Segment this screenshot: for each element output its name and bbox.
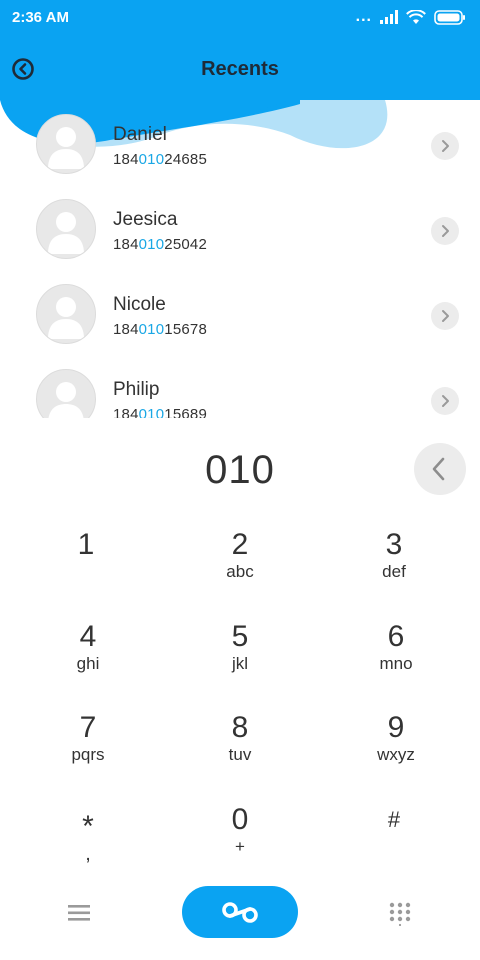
backspace-button[interactable] (414, 443, 466, 495)
contact-row[interactable]: Jeesica 18401025042 (0, 185, 480, 270)
dial-keypad: 1 2 abc 3 def 4 ghi 5 jkl 6 mno 7 pqrs 8… (0, 520, 480, 872)
key-star[interactable]: * , (18, 810, 158, 890)
contact-number: 18401024685 (113, 151, 207, 168)
recents-list: Daniel 18401024685 Jeesica 18401025042 N… (0, 100, 480, 418)
contact-row[interactable]: Daniel 18401024685 (0, 100, 480, 185)
key-hash[interactable]: # (324, 803, 464, 883)
contact-number: 18401015689 (113, 406, 207, 418)
more-dots: ... (355, 8, 372, 25)
signal-icon (380, 10, 398, 24)
menu-icon[interactable] (66, 902, 92, 924)
dial-number-display: 010 (205, 448, 275, 492)
avatar (36, 199, 96, 259)
contact-name: Jeesica (113, 209, 178, 230)
page-title: Recents (201, 58, 279, 80)
key-0[interactable]: 0 + (170, 803, 310, 883)
key-1[interactable]: 1 (16, 528, 156, 608)
bottom-bar (0, 884, 480, 940)
voicemail-icon (222, 902, 258, 923)
key-6[interactable]: 6 mno (326, 620, 466, 700)
chevron-right-icon (442, 225, 449, 237)
chevron-right-icon (442, 310, 449, 322)
contact-row[interactable]: Philip 18401015689 (0, 355, 480, 418)
contact-row[interactable]: Nicole 18401015678 (0, 270, 480, 355)
contact-name: Daniel (113, 124, 167, 145)
dialpad-grid-icon[interactable] (388, 902, 412, 926)
contact-name: Philip (113, 379, 160, 400)
number-match: 010 (138, 406, 165, 418)
number-match: 010 (138, 151, 165, 168)
person-icon (48, 382, 84, 418)
person-icon (48, 297, 84, 339)
app-bar: Recents (0, 44, 480, 92)
status-bar: 2:36 AM ... (0, 0, 480, 34)
call-button[interactable] (182, 886, 298, 938)
avatar (36, 369, 96, 418)
avatar (36, 114, 96, 174)
details-button[interactable] (431, 132, 459, 160)
details-button[interactable] (431, 217, 459, 245)
contact-number: 18401025042 (113, 236, 207, 253)
key-8[interactable]: 8 tuv (170, 711, 310, 791)
contact-name: Nicole (113, 294, 166, 315)
chevron-right-icon (442, 140, 449, 152)
avatar (36, 284, 96, 344)
details-button[interactable] (431, 302, 459, 330)
chevron-left-icon (432, 457, 445, 481)
key-4[interactable]: 4 ghi (18, 620, 158, 700)
battery-icon (434, 9, 465, 25)
contact-number: 18401015678 (113, 321, 207, 338)
status-time: 2:36 AM (12, 9, 69, 26)
person-icon (48, 127, 84, 169)
chevron-right-icon (442, 395, 449, 407)
key-5[interactable]: 5 jkl (170, 620, 310, 700)
number-match: 010 (138, 321, 165, 338)
key-9[interactable]: 9 wxyz (326, 711, 466, 791)
key-2[interactable]: 2 abc (170, 528, 310, 608)
key-3[interactable]: 3 def (324, 528, 464, 608)
number-match: 010 (138, 236, 165, 253)
person-icon (48, 212, 84, 254)
details-button[interactable] (431, 387, 459, 415)
key-7[interactable]: 7 pqrs (18, 711, 158, 791)
wifi-icon (406, 9, 426, 24)
